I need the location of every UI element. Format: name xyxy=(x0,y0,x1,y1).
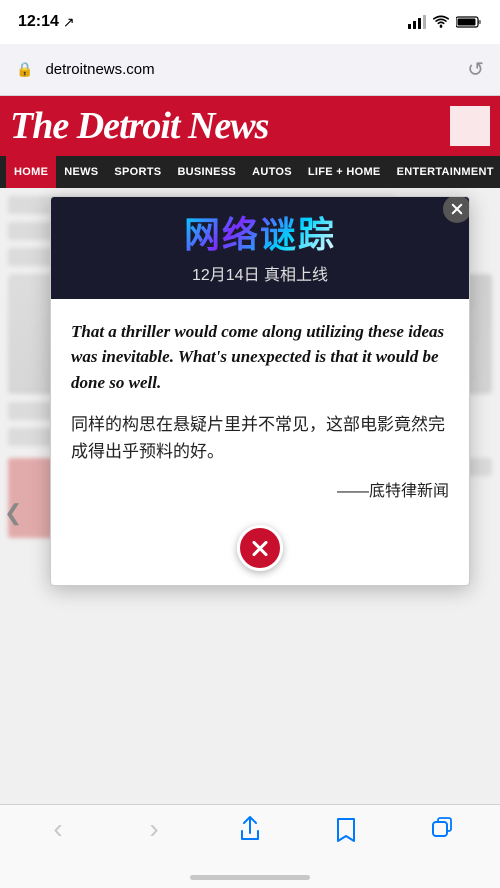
nav-item-autos[interactable]: AUTOS xyxy=(244,156,300,188)
ad-movie-title: 网络谜踪 xyxy=(184,215,336,255)
ad-review-english: That a thriller would come along utilizi… xyxy=(71,319,449,396)
wifi-icon xyxy=(432,15,450,29)
ad-attribution: ——底特律新闻 xyxy=(71,477,449,501)
page-content: ❮ 网络谜踪 12月14日 真相上线 That a thriller would… xyxy=(0,188,500,838)
status-bar: 12:14 ↗ xyxy=(0,0,500,44)
ad-close-top-button[interactable] xyxy=(443,196,470,223)
site-title: The Detroit News xyxy=(10,104,268,148)
site-header: The Detroit News xyxy=(0,96,500,156)
nav-bar: HOME NEWS SPORTS BUSINESS AUTOS LIFE + H… xyxy=(0,156,500,188)
back-arrow[interactable]: ❮ xyxy=(4,500,22,526)
nav-item-home[interactable]: HOME xyxy=(6,156,56,188)
navigation-arrow: ↗ xyxy=(63,14,75,31)
ad-review-chinese: 同样的构思在悬疑片里并不常见，这部电影竟然完成得出乎预料的好。 xyxy=(71,411,449,465)
forward-icon: › xyxy=(149,815,158,843)
browser-bar: 🔒 detroitnews.com ↺ xyxy=(0,44,500,96)
site-header-logo-right xyxy=(450,106,490,146)
status-time: 12:14 xyxy=(18,13,59,31)
ad-close-bottom-section xyxy=(51,517,469,585)
tabs-button[interactable] xyxy=(417,815,467,843)
signal-icon xyxy=(408,15,426,29)
ad-banner: 网络谜踪 12月14日 真相上线 xyxy=(51,197,469,299)
ad-review-section: That a thriller would come along utilizi… xyxy=(51,299,469,518)
reload-button[interactable]: ↺ xyxy=(467,57,484,82)
status-icons xyxy=(408,15,482,29)
nav-item-life-home[interactable]: LIFE + HOME xyxy=(300,156,389,188)
nav-item-business[interactable]: BUSINESS xyxy=(169,156,244,188)
back-button[interactable]: ‹ xyxy=(33,815,83,843)
ad-popup: 网络谜踪 12月14日 真相上线 That a thriller would c… xyxy=(50,196,470,586)
back-icon: ‹ xyxy=(53,815,62,843)
ad-subtitle: 12月14日 真相上线 xyxy=(71,261,449,285)
share-button[interactable] xyxy=(225,815,275,843)
bookmarks-icon xyxy=(334,815,358,843)
tabs-icon xyxy=(430,815,454,843)
forward-button[interactable]: › xyxy=(129,815,179,843)
nav-item-sports[interactable]: SPORTS xyxy=(106,156,169,188)
ad-close-bottom-button[interactable] xyxy=(237,525,283,571)
nav-item-news[interactable]: NEWS xyxy=(56,156,106,188)
home-indicator xyxy=(190,875,310,880)
url-display[interactable]: detroitnews.com xyxy=(45,61,154,78)
battery-icon xyxy=(456,15,482,29)
bookmarks-button[interactable] xyxy=(321,815,371,843)
lock-icon: 🔒 xyxy=(16,61,33,78)
nav-item-entertainment[interactable]: ENTERTAINMENT xyxy=(389,156,500,188)
share-icon xyxy=(238,815,262,843)
